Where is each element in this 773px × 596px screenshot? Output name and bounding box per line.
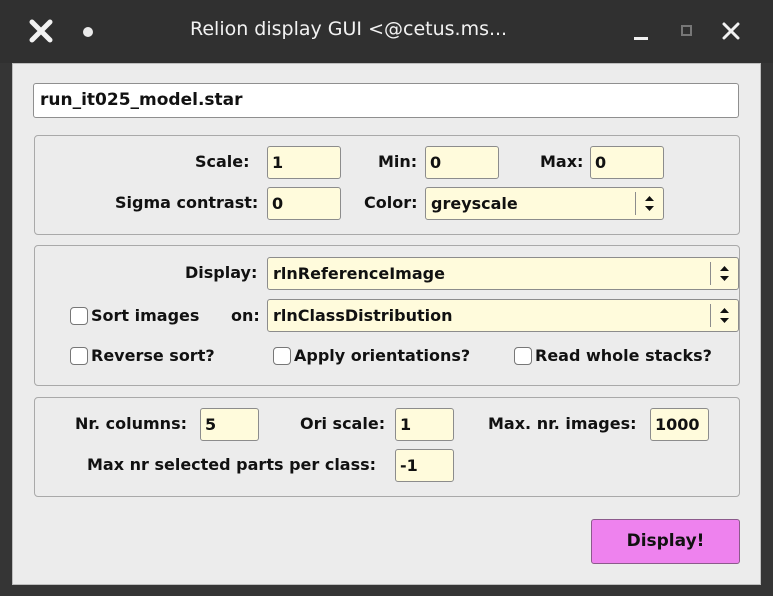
ori-scale-input[interactable]: 1 — [395, 408, 454, 441]
apply-orientations-label: Apply orientations? — [294, 346, 471, 365]
max-input[interactable]: 0 — [590, 146, 664, 179]
ori-scale-label: Ori scale: — [300, 414, 386, 433]
maximize-icon[interactable] — [681, 25, 692, 36]
max-selected-parts-label: Max nr selected parts per class: — [87, 455, 377, 474]
display-select[interactable]: rlnReferenceImage — [267, 257, 739, 290]
sort-images-checkbox[interactable] — [70, 307, 88, 325]
sort-images-label: Sort images — [91, 306, 200, 325]
nr-columns-label: Nr. columns: — [75, 414, 187, 433]
color-label: Color: — [364, 193, 418, 212]
max-nr-images-input[interactable]: 1000 — [650, 408, 709, 441]
sort-on-label: on: — [231, 306, 260, 325]
reverse-sort-label: Reverse sort? — [91, 346, 215, 365]
scale-label: Scale: — [195, 152, 250, 171]
display-label: Display: — [185, 263, 258, 282]
selection-group: Display: rlnReferenceImage Sort images o… — [34, 245, 740, 386]
min-label: Min: — [378, 152, 418, 171]
color-select[interactable]: greyscale — [425, 187, 664, 220]
main-panel: run_it025_model.star Scale: 1 Min: 0 Max… — [12, 63, 761, 585]
x-logo-icon[interactable] — [28, 18, 54, 44]
nr-columns-input[interactable]: 5 — [200, 408, 259, 441]
layout-settings-group: Nr. columns: 5 Ori scale: 1 Max. nr. ima… — [34, 397, 740, 497]
sort-on-select-value: rlnClassDistribution — [273, 306, 453, 325]
display-button[interactable]: Display! — [591, 519, 740, 564]
apply-orientations-checkbox[interactable] — [273, 347, 291, 365]
sigma-contrast-label: Sigma contrast: — [115, 193, 259, 212]
max-selected-parts-input[interactable]: -1 — [395, 449, 454, 482]
display-settings-group: Scale: 1 Min: 0 Max: 0 Sigma contrast: 0… — [34, 135, 740, 235]
max-nr-images-label: Max. nr. images: — [488, 414, 637, 433]
read-whole-stacks-label: Read whole stacks? — [535, 346, 712, 365]
sort-on-select[interactable]: rlnClassDistribution — [267, 299, 739, 332]
display-select-value: rlnReferenceImage — [273, 264, 445, 283]
close-icon[interactable] — [722, 22, 740, 40]
color-select-value: greyscale — [431, 194, 518, 213]
titlebar[interactable]: Relion display GUI <@cetus.ms... — [0, 0, 773, 63]
dot-icon[interactable] — [83, 27, 93, 37]
filename-field[interactable]: run_it025_model.star — [33, 83, 739, 118]
updown-chevron-icon — [710, 262, 729, 285]
app-window: Relion display GUI <@cetus.ms... run_it0… — [0, 0, 773, 596]
reverse-sort-checkbox[interactable] — [70, 347, 88, 365]
scale-input[interactable]: 1 — [267, 146, 341, 179]
window-title: Relion display GUI <@cetus.ms... — [190, 18, 508, 40]
sigma-contrast-input[interactable]: 0 — [267, 187, 341, 220]
minimize-icon[interactable] — [634, 37, 648, 40]
updown-chevron-icon — [710, 304, 729, 327]
read-whole-stacks-checkbox[interactable] — [514, 347, 532, 365]
min-input[interactable]: 0 — [425, 146, 499, 179]
max-label: Max: — [540, 152, 584, 171]
updown-chevron-icon — [635, 192, 654, 215]
